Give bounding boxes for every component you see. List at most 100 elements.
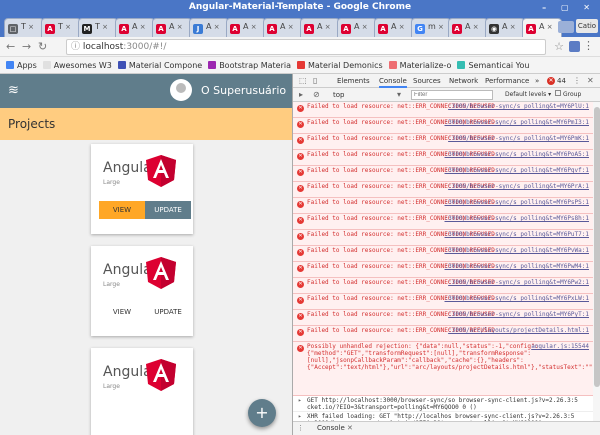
log-source-link[interactable]: :3000/arc/layouts/projectDetails.html:1 <box>448 327 589 334</box>
filter-input[interactable] <box>411 90 493 100</box>
browser-tab[interactable]: AT × <box>41 18 81 37</box>
tab-close-icon[interactable]: × <box>174 23 183 31</box>
tab-close-icon[interactable]: × <box>26 23 34 31</box>
tab-close-icon[interactable]: × <box>436 23 444 31</box>
log-source-link[interactable]: :3000/browser-sync/s_polling&t=MY6Pw2:1 <box>448 279 589 286</box>
console-error-row[interactable]: ✕:3000/browser-sync/s_polling&t=MY6PyT:1… <box>293 310 593 326</box>
browser-tab[interactable]: □ T × <box>4 18 44 37</box>
bookmark-item[interactable]: Semanticai You <box>457 57 529 73</box>
bookmark-item[interactable]: Awesomes W3 <box>42 57 112 73</box>
tab-console[interactable]: Console <box>379 74 407 88</box>
console-info-row[interactable]: ▸ GET http://localhost:3000/browser-sync/… <box>293 396 593 412</box>
console-error-row[interactable]: ✕ angular.js:15544 Possibly unhandled reje… <box>293 342 593 396</box>
console-scrollbar[interactable] <box>593 102 600 422</box>
user-name[interactable]: O Superusuário <box>201 84 286 97</box>
log-source-link[interactable]: :3000/browser-sync/s_polling&t=MY6PrA:1 <box>448 183 589 190</box>
drawer-menu-icon[interactable]: ⋮ <box>297 422 304 435</box>
browser-tab[interactable]: AA × <box>300 18 340 37</box>
drawer-close-icon[interactable]: ✕ <box>347 422 353 435</box>
tab-close-icon[interactable]: × <box>507 23 516 31</box>
profile-chip[interactable]: Catio <box>576 19 598 33</box>
view-button[interactable] <box>99 405 145 423</box>
tab-close-icon[interactable]: × <box>359 23 368 31</box>
expand-arrow-icon[interactable]: ▸ <box>298 397 302 404</box>
log-source-link[interactable]: :3000/browser-sync/s_polling&t=MY6PwM4:1 <box>445 263 590 270</box>
log-source-link[interactable]: :3000/browser-sync/s_polling&t=MY6PlU:1 <box>448 103 589 110</box>
reload-button-icon[interactable]: ↻ <box>38 39 47 55</box>
view-button[interactable]: VIEW <box>99 201 145 219</box>
log-source-link[interactable]: :3000/browser-sync/s_polling&t=MY6PmI3:1 <box>445 119 590 126</box>
tab-close-icon[interactable]: × <box>396 23 405 31</box>
log-source-link[interactable]: :3000/browser-sync/s_polling&t=MY6PmK:1 <box>448 135 589 142</box>
console-error-row[interactable]: ✕:3000/browser-sync/s_polling&t=MY6Ps8h:… <box>293 214 593 230</box>
console-error-row[interactable]: ✕:3000/browser-sync/s_polling&t=MY6Pw2:1… <box>293 278 593 294</box>
context-dropdown-icon[interactable]: ▾ <box>397 88 401 102</box>
bookmark-item[interactable]: Material Compone <box>117 57 202 73</box>
log-source-link[interactable]: angular.js:15544 <box>531 343 589 350</box>
avatar[interactable] <box>170 79 192 101</box>
expand-arrow-icon[interactable]: ▸ <box>298 413 302 420</box>
add-project-button[interactable]: + <box>248 399 276 427</box>
log-source-link[interactable]: :3000/browser-sync/s_polling&t=MY6Pqvf:1 <box>445 167 590 174</box>
console-error-row[interactable]: ✕:3000/browser-sync/s_polling&t=MY6PmI3:… <box>293 118 593 134</box>
console-error-row[interactable]: ✕:3000/browser-sync/s_polling&t=MY6PxLW:… <box>293 294 593 310</box>
update-button[interactable]: UPDATE <box>145 303 191 321</box>
bookmark-item[interactable]: Materialize-o <box>388 57 451 73</box>
console-error-row[interactable]: ✕:3000/browser-sync/s_polling&t=MY6Pqvf:… <box>293 166 593 182</box>
console-error-row[interactable]: ✕:3000/browser-sync/s_polling&t=MY6PvWa:… <box>293 246 593 262</box>
bookmark-item[interactable]: Material Demonics <box>297 57 383 73</box>
tab-sources[interactable]: Sources <box>413 74 441 88</box>
tab-close-icon[interactable]: × <box>211 23 220 31</box>
devtools-close-icon[interactable]: ✕ <box>587 74 594 88</box>
console-error-row[interactable]: ✕:3000/browser-sync/s_polling&t=MY6PsPS:… <box>293 198 593 214</box>
bookmark-star-icon[interactable]: ☆ <box>554 40 564 53</box>
error-count-icon[interactable]: ✕ <box>547 77 555 85</box>
devtools-menu-icon[interactable]: ⋮ <box>573 74 581 88</box>
menu-icon[interactable]: ≋ <box>8 83 19 99</box>
console-error-row[interactable]: ✕:3000/browser-sync/s_polling&t=MY6PoA5:… <box>293 150 593 166</box>
console-error-row[interactable]: ✕:3000/browser-sync/s_polling&t=MY6PlU:1… <box>293 102 593 118</box>
tab-close-icon[interactable]: × <box>248 23 257 31</box>
drawer-tab-console[interactable]: Console <box>313 422 349 435</box>
drawer-toggle-icon[interactable]: ▸ <box>299 88 303 102</box>
console-error-row[interactable]: ✕:3000/arc/layouts/projectDetails.html:1… <box>293 326 593 342</box>
console-error-row[interactable]: ✕:3000/browser-sync/s_polling&t=MY6PuT7:… <box>293 230 593 246</box>
context-select[interactable]: top <box>333 88 344 102</box>
console-error-row[interactable]: ✕:3000/browser-sync/s_polling&t=MY6PmK:1… <box>293 134 593 150</box>
tab-close-icon[interactable]: × <box>470 23 479 31</box>
tab-close-icon[interactable]: × <box>322 23 331 31</box>
tab-close-icon[interactable]: × <box>137 23 146 31</box>
address-bar[interactable]: ⓘ localhost:3000/#!/ <box>66 39 546 55</box>
view-button[interactable]: VIEW <box>99 303 145 321</box>
tab-close-icon[interactable]: × <box>63 23 71 31</box>
clear-console-icon[interactable]: ⊘ <box>313 88 320 102</box>
log-source-link[interactable]: :3000/browser-sync/s_polling&t=MY6PoA5:1 <box>445 151 590 158</box>
browser-tab[interactable]: JA × <box>189 18 229 37</box>
browser-tab[interactable]: ◉ A × <box>485 18 525 37</box>
browser-tab[interactable]: AA × <box>374 18 414 37</box>
levels-dropdown[interactable]: Default levels ▾ <box>505 88 551 102</box>
tab-close-icon[interactable]: × <box>285 23 294 31</box>
extension-icon[interactable] <box>569 41 580 52</box>
checkbox-icon[interactable] <box>555 90 561 96</box>
tab-close-icon[interactable]: × <box>544 23 553 31</box>
update-button[interactable] <box>145 405 191 423</box>
browser-tab[interactable]: AA × <box>226 18 266 37</box>
browser-tab[interactable]: MT × <box>78 18 118 37</box>
bookmark-item[interactable]: Apps <box>6 57 37 73</box>
browser-tab[interactable]: AA × <box>263 18 303 37</box>
tab-elements[interactable]: Elements <box>337 74 370 88</box>
forward-button-icon[interactable]: → <box>22 39 31 55</box>
log-source-link[interactable]: :3000/browser-sync/s_polling&t=MY6PuT7:1 <box>445 231 590 238</box>
log-source-link[interactable]: :3000/browser-sync/s_polling&t=MY6PyT:1 <box>448 311 589 318</box>
tab-network[interactable]: Network <box>449 74 478 88</box>
more-tabs-button[interactable]: » <box>535 74 539 88</box>
log-source-link[interactable]: :3000/browser-sync/s_polling&t=MY6Ps8h:1 <box>445 215 590 222</box>
browser-tab[interactable]: AA × <box>115 18 155 37</box>
log-source-link[interactable]: :3000/browser-sync/s_polling&t=MY6PvWa:1 <box>445 247 590 254</box>
new-tab-button[interactable] <box>558 21 574 33</box>
log-source-link[interactable]: :3000/browser-sync/s_polling&t=MY6PsPS:1 <box>445 199 590 206</box>
browser-tab[interactable]: Gm × <box>411 18 451 37</box>
update-button[interactable]: UPDATE <box>145 201 191 219</box>
error-count[interactable]: 44 <box>557 74 566 88</box>
